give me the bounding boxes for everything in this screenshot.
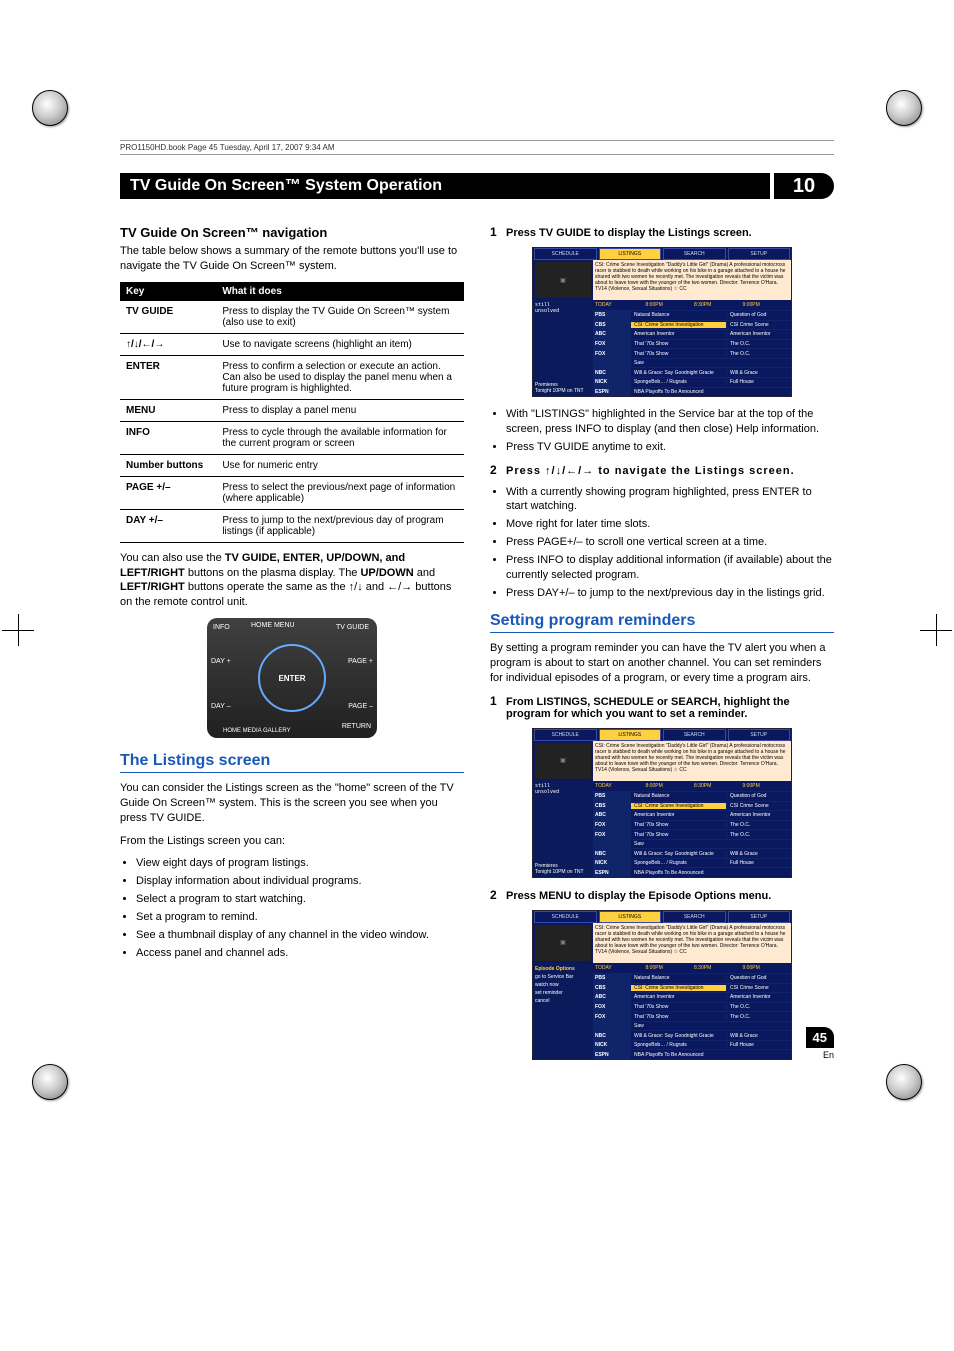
table-row: PAGE +/–Press to select the previous/nex… xyxy=(120,476,464,509)
page-footer: 45 En xyxy=(806,1027,834,1060)
guide-row: NBCWill & Grace: Say Goodnight GracieWil… xyxy=(593,848,791,858)
page-number-badge: 45 xyxy=(806,1027,834,1048)
list-item: Move right for later time slots. xyxy=(506,517,834,532)
list-item: Access panel and channel ads. xyxy=(136,946,464,961)
guide-row: NICKSpongeBob… / RugratsFull House xyxy=(593,1040,791,1050)
guide-row: ABCAmerican InventorAmerican Inventor xyxy=(593,329,791,339)
reminders-step-2: 2 Press MENU to display the Episode Opti… xyxy=(490,888,834,902)
table-head-key: Key xyxy=(120,282,216,301)
nav-intro: The table below shows a summary of the r… xyxy=(120,244,464,274)
language-label: En xyxy=(806,1050,834,1060)
list-item: Press PAGE+/– to scroll one vertical scr… xyxy=(506,535,834,550)
table-row: TV GUIDEPress to display the TV Guide On… xyxy=(120,301,464,334)
table-head-what: What it does xyxy=(216,282,464,301)
registration-marker-bottom-left xyxy=(32,1064,68,1100)
listings-screenshot-1: SCHEDULE LISTINGS SEARCH SETUP ▣ CSI: Cr… xyxy=(532,247,792,397)
table-row: INFOPress to cycle through the available… xyxy=(120,421,464,454)
guide-row: FOXThat '70s ShowThe O.C. xyxy=(593,1011,791,1021)
episode-option: watch now xyxy=(535,981,591,989)
episode-option: cancel xyxy=(535,997,591,1005)
guide-row: NBCWill & Grace: Say Goodnight GracieWil… xyxy=(593,367,791,377)
step-1: 1 Press TV GUIDE to display the Listings… xyxy=(490,225,834,239)
crop-mark-left xyxy=(2,614,34,646)
episode-option: Episode Options xyxy=(535,965,591,973)
crop-mark-right xyxy=(920,614,952,646)
table-row: ENTERPress to confirm a selection or exe… xyxy=(120,355,464,399)
options-screenshot: SCHEDULE LISTINGS SEARCH SETUP ▣ CSI: Cr… xyxy=(532,910,792,1060)
listings-bullet-list: View eight days of program listings. Disp… xyxy=(120,856,464,960)
list-item: View eight days of program listings. xyxy=(136,856,464,871)
list-item: Set a program to remind. xyxy=(136,910,464,925)
guide-row: NBCWill & Grace: Say Goodnight GracieWil… xyxy=(593,1030,791,1040)
registration-marker-bottom-right xyxy=(886,1064,922,1100)
after-table-text: You can also use the TV GUIDE, ENTER, UP… xyxy=(120,551,464,610)
enter-button-label: ENTER xyxy=(278,674,305,683)
guide-row: NICKSpongeBob… / RugratsFull House xyxy=(593,377,791,387)
guide-row: Saw xyxy=(593,358,791,368)
registration-marker-top-left xyxy=(32,90,68,126)
list-item: Select a program to start watching. xyxy=(136,892,464,907)
table-row: DAY +/–Press to jump to the next/previou… xyxy=(120,509,464,542)
list-item: Press TV GUIDE anytime to exit. xyxy=(506,440,834,455)
step-1-bullets: With "LISTINGS" highlighted in the Servi… xyxy=(490,407,834,455)
guide-row: Saw xyxy=(593,839,791,849)
table-row: Number buttonsUse for numeric entry xyxy=(120,454,464,476)
guide-row: FOXThat '70s ShowThe O.C. xyxy=(593,1002,791,1012)
episode-option: set reminder xyxy=(535,989,591,997)
guide-row: PBSNatural BalanceQuestion of God xyxy=(593,973,791,983)
page-title: TV Guide On Screen™ System Operation xyxy=(120,173,770,199)
reminders-step-1: 1 From LISTINGS, SCHEDULE or SEARCH, hig… xyxy=(490,694,834,720)
guide-row: ABCAmerican InventorAmerican Inventor xyxy=(593,810,791,820)
running-header: PRO1150HD.book Page 45 Tuesday, April 17… xyxy=(120,140,834,155)
list-item: With "LISTINGS" highlighted in the Servi… xyxy=(506,407,834,437)
guide-row: FOXThat '70s ShowThe O.C. xyxy=(593,820,791,830)
guide-row: ESPNNBA Playoffs To Be Announced xyxy=(593,387,791,397)
listings-screen-heading: The Listings screen xyxy=(120,752,464,773)
remote-key-table: Key What it does TV GUIDEPress to displa… xyxy=(120,282,464,543)
guide-row: ESPNNBA Playoffs To Be Announced xyxy=(593,867,791,877)
listings-from: From the Listings screen you can: xyxy=(120,834,464,849)
guide-row: CBSCSI: Crime Scene InvestigationCSI Cri… xyxy=(593,801,791,811)
listings-screenshot-2: SCHEDULE LISTINGS SEARCH SETUP ▣ CSI: Cr… xyxy=(532,728,792,878)
episode-option: go to Service Bar xyxy=(535,973,591,981)
step-2-bullets: With a currently showing program highlig… xyxy=(490,485,834,601)
list-item: Display information about individual pro… xyxy=(136,874,464,889)
list-item: See a thumbnail display of any channel i… xyxy=(136,928,464,943)
guide-row: CBSCSI: Crime Scene InvestigationCSI Cri… xyxy=(593,320,791,330)
listings-intro: You can consider the Listings screen as … xyxy=(120,781,464,826)
setting-reminders-heading: Setting program reminders xyxy=(490,612,834,633)
guide-row: PBSNatural BalanceQuestion of God xyxy=(593,791,791,801)
table-row: ↑/↓/←/→Use to navigate screens (highligh… xyxy=(120,333,464,355)
guide-row: FOXThat '70s ShowThe O.C. xyxy=(593,348,791,358)
remote-illustration: INFO HOME MENU TV GUIDE DAY + DAY – PAGE… xyxy=(207,618,377,738)
guide-row: PBSNatural BalanceQuestion of God xyxy=(593,310,791,320)
guide-row: ABCAmerican InventorAmerican Inventor xyxy=(593,992,791,1002)
video-window-thumbnail: ▣ xyxy=(535,262,591,298)
list-item: Press DAY+/– to jump to the next/previou… xyxy=(506,586,834,601)
chapter-number-badge: 10 xyxy=(774,173,834,199)
reminders-intro: By setting a program reminder you can ha… xyxy=(490,641,834,686)
guide-row: CBSCSI: Crime Scene InvestigationCSI Cri… xyxy=(593,983,791,993)
guide-row: ESPNNBA Playoffs To Be Announced xyxy=(593,1049,791,1059)
registration-marker-top-right xyxy=(886,90,922,126)
nav-heading: TV Guide On Screen™ navigation xyxy=(120,225,464,240)
guide-row: Saw xyxy=(593,1021,791,1031)
list-item: Press INFO to display additional informa… xyxy=(506,553,834,583)
step-2: 2 Press ↑/↓/←/→ to navigate the Listings… xyxy=(490,463,834,477)
guide-row: FOXThat '70s ShowThe O.C. xyxy=(593,339,791,349)
table-row: MENUPress to display a panel menu xyxy=(120,399,464,421)
guide-row: FOXThat '70s ShowThe O.C. xyxy=(593,829,791,839)
guide-row: NICKSpongeBob… / RugratsFull House xyxy=(593,858,791,868)
list-item: With a currently showing program highlig… xyxy=(506,485,834,515)
